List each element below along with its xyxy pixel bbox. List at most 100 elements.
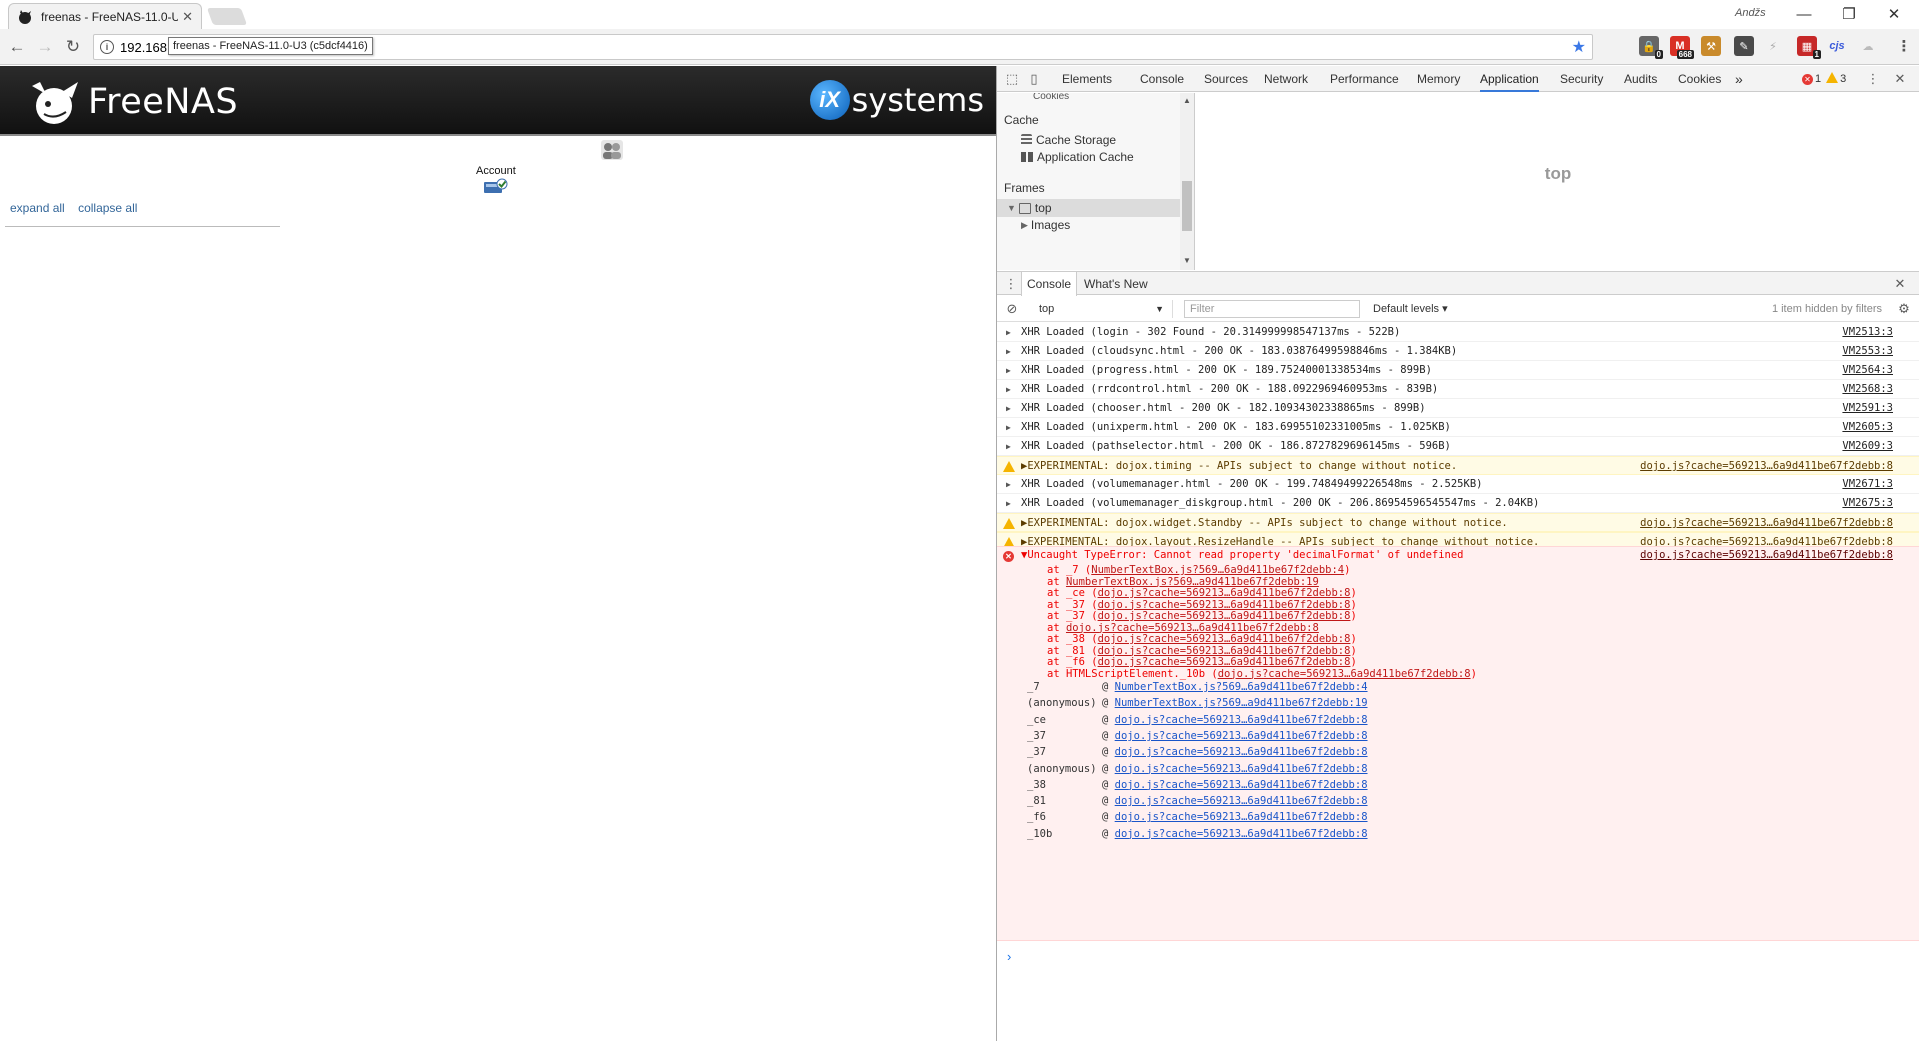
pen-extension-icon[interactable]: ✎ (1734, 36, 1754, 56)
console-source-link[interactable]: VM2564:3 (1842, 361, 1893, 380)
sidebar-item-images[interactable]: ▶ Images (1021, 216, 1070, 234)
collapse-triangle-icon[interactable]: ▶ (1021, 220, 1028, 231)
site-info-icon[interactable]: i (100, 40, 114, 54)
account-icon[interactable] (484, 178, 508, 194)
console-warning-row[interactable]: ▶EXPERIMENTAL: dojox.timing -- APIs subj… (997, 456, 1919, 475)
chrome-menu-icon[interactable]: ⋮ (1894, 36, 1914, 56)
call-stack-link[interactable]: dojo.js?cache=569213…6a9d411be67f2debb:8 (1115, 746, 1368, 758)
drawer-close-icon[interactable]: ✕ (1892, 276, 1908, 292)
console-source-link[interactable]: VM2553:3 (1842, 342, 1893, 361)
ixsystems-logo[interactable]: iX systems (809, 80, 984, 120)
address-bar[interactable]: i 192.168 freenas - FreeNAS-11.0-U3 (c5d… (93, 34, 1593, 60)
stack-frame-link[interactable]: dojo.js?cache=569213…6a9d411be67f2debb:8 (1098, 645, 1351, 657)
stack-frame-link[interactable]: dojo.js?cache=569213…6a9d411be67f2debb:8 (1098, 610, 1351, 622)
more-tabs-icon[interactable]: » (1735, 66, 1743, 92)
console-log-row[interactable]: ▶ XHR Loaded (pathselector.html - 200 OK … (997, 437, 1919, 456)
call-stack-link[interactable]: dojo.js?cache=569213…6a9d411be67f2debb:8 (1115, 779, 1368, 791)
call-stack-link[interactable]: dojo.js?cache=569213…6a9d411be67f2debb:8 (1115, 828, 1368, 840)
tab-security[interactable]: Security (1560, 66, 1603, 92)
call-stack-link[interactable]: NumberTextBox.js?569…6a9d411be67f2debb:4 (1115, 681, 1368, 693)
tab-performance[interactable]: Performance (1330, 66, 1399, 92)
browser-tab-active[interactable]: freenas - FreeNAS-11.0-U ✕ (8, 3, 202, 29)
console-log-row[interactable]: ▶ XHR Loaded (unixperm.html - 200 OK - 18… (997, 418, 1919, 437)
console-warning-row[interactable]: ▶EXPERIMENTAL: dojox.widget.Standby -- A… (997, 513, 1919, 532)
console-filter-input[interactable]: Filter (1184, 300, 1360, 318)
sidebar-item-cache-storage[interactable]: Cache Storage (1021, 131, 1116, 149)
bookmark-star-icon[interactable]: ★ (1572, 37, 1586, 57)
console-log-row[interactable]: ▶ XHR Loaded (chooser.html - 200 OK - 182… (997, 399, 1919, 418)
console-source-link[interactable]: VM2568:3 (1842, 380, 1893, 399)
console-source-link[interactable]: VM2591:3 (1842, 399, 1893, 418)
new-tab-button[interactable] (206, 8, 248, 25)
console-source-link[interactable]: VM2671:3 (1842, 475, 1893, 494)
sidebar-item-frame-top[interactable]: ▼ top (997, 199, 1181, 217)
context-select[interactable]: top ▼ (1033, 300, 1173, 318)
stack-frame-link[interactable]: dojo.js?cache=569213…6a9d411be67f2debb:8 (1098, 656, 1351, 668)
device-toolbar-icon[interactable]: ▯ (1026, 71, 1042, 87)
expand-triangle-icon[interactable]: ▶ (1006, 494, 1011, 513)
console-log-row[interactable]: ▶ XHR Loaded (volumemanager_diskgroup.htm… (997, 494, 1919, 513)
call-stack-link[interactable]: dojo.js?cache=569213…6a9d411be67f2debb:8 (1115, 763, 1368, 775)
profile-name[interactable]: Andžs (1735, 7, 1766, 19)
gmail-extension-icon[interactable]: M 668 (1670, 36, 1694, 59)
tab-cookies[interactable]: Cookies (1678, 66, 1721, 92)
call-stack-link[interactable]: dojo.js?cache=569213…6a9d411be67f2debb:8 (1115, 795, 1368, 807)
console-log-row[interactable]: ▶ XHR Loaded (cloudsync.html - 200 OK - 1… (997, 342, 1919, 361)
minimize-icon[interactable]: — (1784, 2, 1824, 26)
address-url[interactable]: 192.168 (120, 40, 167, 55)
scroll-down-icon[interactable]: ▼ (1183, 256, 1191, 265)
stack-frame-link[interactable]: dojo.js?cache=569213…6a9d411be67f2debb:8 (1098, 599, 1351, 611)
sidebar-item-application-cache[interactable]: Application Cache (1021, 148, 1134, 166)
expand-triangle-icon[interactable]: ▶ (1006, 323, 1011, 342)
console-source-link[interactable]: dojo.js?cache=569213…6a9d411be67f2debb:8 (1640, 514, 1893, 533)
sidebar-scrollbar[interactable]: ▲ ▼ (1180, 93, 1194, 270)
expand-triangle-icon[interactable]: ▶ (1006, 342, 1011, 361)
stack-frame-link[interactable]: dojo.js?cache=569213…6a9d411be67f2debb:8 (1218, 668, 1471, 680)
call-stack-link[interactable]: dojo.js?cache=569213…6a9d411be67f2debb:8 (1115, 811, 1368, 823)
tab-audits[interactable]: Audits (1624, 66, 1657, 92)
log-levels-select[interactable]: Default levels ▾ (1373, 300, 1448, 318)
sidebar-item-cookies-partial[interactable]: Cookies (1033, 93, 1069, 102)
console-source-link[interactable]: VM2675:3 (1842, 494, 1893, 513)
expand-triangle-icon[interactable]: ▶ (1006, 361, 1011, 380)
forward-icon[interactable]: → (34, 36, 56, 58)
collapse-all-link[interactable]: collapse all (78, 201, 137, 215)
grey-extension-icon[interactable]: ☁ (1858, 36, 1878, 56)
call-stack-link[interactable]: NumberTextBox.js?569…a9d411be67f2debb:19 (1115, 697, 1368, 709)
console-log-row[interactable]: ▶ XHR Loaded (login - 302 Found - 20.3149… (997, 323, 1919, 342)
console-prompt[interactable]: › (1007, 949, 1011, 964)
stack-frame-link[interactable]: dojo.js?cache=569213…6a9d411be67f2debb:8 (1098, 633, 1351, 645)
lock-extension-icon[interactable]: 🔒 0 (1639, 36, 1663, 59)
devtools-menu-icon[interactable]: ⋮ (1865, 71, 1881, 87)
stack-frame-link[interactable]: dojo.js?cache=569213…6a9d411be67f2debb:8 (1066, 622, 1319, 634)
console-source-link[interactable]: VM2513:3 (1842, 323, 1893, 342)
freenas-logo[interactable]: FreeNAS (26, 78, 238, 126)
calendar-extension-icon[interactable]: ▦ 1 (1797, 36, 1821, 59)
stack-frame-link[interactable]: dojo.js?cache=569213…6a9d411be67f2debb:8 (1098, 587, 1351, 599)
tab-memory[interactable]: Memory (1417, 66, 1460, 92)
tab-network[interactable]: Network (1264, 66, 1308, 92)
inspect-element-icon[interactable]: ⬚ (1004, 71, 1020, 87)
tools-extension-icon[interactable]: ⚒ (1701, 36, 1721, 56)
drawer-tab-console[interactable]: Console (1021, 272, 1078, 296)
error-source-link[interactable]: dojo.js?cache=569213…6a9d411be67f2debb:8 (1640, 549, 1893, 561)
cjs-extension-icon[interactable]: cjs (1827, 36, 1847, 56)
expand-triangle-icon[interactable]: ▶ (1006, 399, 1011, 418)
expand-triangle-icon[interactable]: ▼ (1007, 203, 1016, 213)
bolt-extension-icon[interactable]: ⚡ (1763, 36, 1783, 56)
tab-elements[interactable]: Elements (1062, 66, 1112, 92)
console-error-block[interactable]: ✕ ▼Uncaught TypeError: Cannot read proper… (997, 546, 1919, 941)
expand-triangle-icon[interactable]: ▶ (1006, 437, 1011, 456)
expand-triangle-icon[interactable]: ▶ (1006, 475, 1011, 494)
devtools-close-icon[interactable]: ✕ (1892, 71, 1908, 87)
tab-sources[interactable]: Sources (1204, 66, 1248, 92)
users-icon[interactable] (600, 139, 624, 161)
tab-application[interactable]: Application (1480, 66, 1539, 92)
console-log-row[interactable]: ▶ XHR Loaded (rrdcontrol.html - 200 OK - … (997, 380, 1919, 399)
error-message[interactable]: ▼Uncaught TypeError: Cannot read propert… (1021, 549, 1464, 561)
stack-frame-link[interactable]: NumberTextBox.js?569…6a9d411be67f2debb:4 (1091, 564, 1344, 576)
expand-triangle-icon[interactable]: ▶ (1006, 418, 1011, 437)
tab-console[interactable]: Console (1140, 66, 1184, 92)
console-log-row[interactable]: ▶ XHR Loaded (volumemanager.html - 200 OK… (997, 475, 1919, 494)
drawer-tab-whats-new[interactable]: What's New (1084, 272, 1148, 296)
